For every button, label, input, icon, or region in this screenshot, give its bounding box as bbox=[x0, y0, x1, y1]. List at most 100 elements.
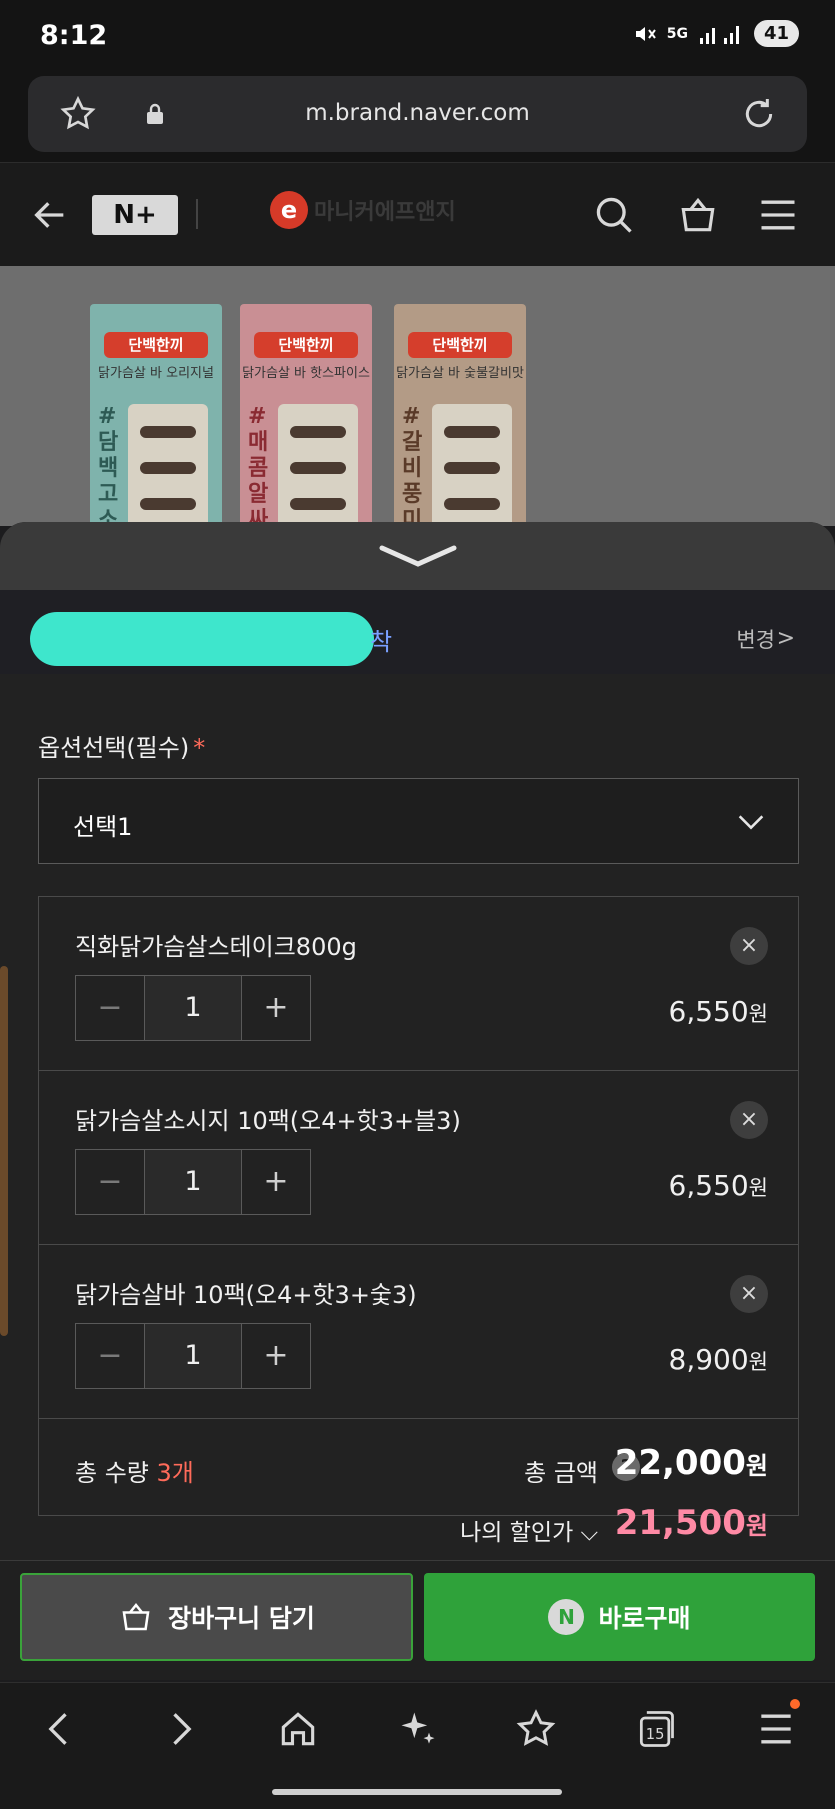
total-amount: 22,000원 bbox=[614, 1443, 768, 1483]
option-select[interactable]: 선택1 bbox=[38, 778, 799, 864]
pack-brand-label: 단백한끼 bbox=[408, 332, 512, 358]
pack-hashtag: #매콤알싸 bbox=[248, 404, 269, 526]
quantity-value[interactable]: 1 bbox=[144, 976, 242, 1040]
battery-indicator: 41 bbox=[753, 20, 799, 47]
chevron-right-icon: > bbox=[776, 626, 795, 651]
pack-brand-label: 단백한끼 bbox=[254, 332, 358, 358]
pack-flavor-label: 닭가슴살 바 숯불갈비맛 bbox=[396, 366, 524, 381]
list-item: 닭가슴살바 10팩(오4+핫3+숯3) × − 1 + 8,900원 bbox=[39, 1245, 798, 1419]
shopping-bag-icon bbox=[122, 1602, 150, 1631]
search-icon[interactable] bbox=[592, 193, 636, 237]
tabs-icon[interactable]: 15 bbox=[634, 1707, 678, 1751]
remove-item-button[interactable]: × bbox=[730, 927, 768, 965]
change-delivery-button[interactable]: 변경 bbox=[736, 624, 775, 654]
purchase-actions: 장바구니 담기 N 바로구매 bbox=[0, 1560, 835, 1680]
option-label-text: 옵션선택(필수) bbox=[38, 734, 190, 762]
item-name: 닭가슴살바 10팩(오4+핫3+숯3) bbox=[75, 1281, 417, 1309]
required-mark: * bbox=[193, 734, 206, 762]
pack-flavor-label: 닭가슴살 바 오리지널 bbox=[98, 366, 214, 381]
product-pack-galbi: 단백한끼 닭가슴살 바 숯불갈비맛 #갈비풍미 bbox=[394, 304, 526, 526]
add-to-cart-button[interactable]: 장바구니 담기 bbox=[20, 1573, 413, 1661]
remove-item-button[interactable]: × bbox=[730, 1101, 768, 1139]
address-bar[interactable]: m.brand.naver.com bbox=[28, 76, 807, 152]
quantity-value[interactable]: 1 bbox=[144, 1324, 242, 1388]
chevron-down-icon bbox=[738, 815, 764, 830]
item-price: 6,550원 bbox=[668, 1169, 769, 1202]
buy-now-label: 바로구매 bbox=[598, 1604, 691, 1633]
pack-flavor-label: 닭가슴살 바 핫스파이스 bbox=[242, 366, 370, 381]
menu-icon[interactable] bbox=[754, 1707, 798, 1751]
quantity-stepper: − 1 + bbox=[75, 975, 311, 1041]
remove-item-button[interactable]: × bbox=[730, 1275, 768, 1313]
home-icon[interactable] bbox=[276, 1707, 320, 1751]
product-image-area: 단백한끼 닭가슴살 바 오리지널 #담백고소 단백한끼 닭가슴살 바 핫스파이스… bbox=[0, 266, 835, 526]
increase-button[interactable]: + bbox=[242, 1324, 310, 1388]
purchase-option-sheet: 착 변경 > 옵션선택(필수) * 선택1 직화닭가슴살스테이크800g × − … bbox=[0, 522, 835, 1574]
back-arrow-icon[interactable] bbox=[30, 195, 70, 235]
quantity-stepper: − 1 + bbox=[75, 1149, 311, 1215]
sparkle-icon[interactable] bbox=[396, 1707, 440, 1751]
list-item: 직화닭가슴살스테이크800g × − 1 + 6,550원 bbox=[39, 897, 798, 1071]
forward-icon[interactable] bbox=[158, 1707, 202, 1751]
total-quantity-value: 3개 bbox=[156, 1459, 194, 1487]
pack-hashtag: #갈비풍미 bbox=[402, 404, 423, 526]
discount-price: 21,500원 bbox=[614, 1503, 768, 1543]
discount-toggle[interactable]: 나의 할인가 ⌵ bbox=[460, 1513, 598, 1547]
header-divider bbox=[196, 199, 198, 229]
selected-items-list: 직화닭가슴살스테이크800g × − 1 + 6,550원 닭가슴살소시지 10… bbox=[38, 896, 799, 1546]
notification-dot bbox=[790, 1699, 800, 1709]
url-text: m.brand.naver.com bbox=[305, 100, 530, 126]
buy-now-button[interactable]: N 바로구매 bbox=[424, 1573, 815, 1661]
page-scroll-indicator bbox=[0, 966, 8, 1336]
status-bar: 8:12 5G 41 bbox=[0, 0, 835, 72]
browser-toolbar: m.brand.naver.com bbox=[0, 72, 835, 162]
add-to-cart-label: 장바구니 담기 bbox=[168, 1604, 315, 1633]
total-quantity: 총 수량 3개 bbox=[75, 1459, 194, 1487]
brand-mark-icon: e bbox=[270, 191, 308, 229]
delivery-tail-text: 착 bbox=[370, 628, 393, 656]
sheet-handle[interactable] bbox=[0, 522, 835, 590]
pack-brand-label: 단백한끼 bbox=[104, 332, 208, 358]
quantity-stepper: − 1 + bbox=[75, 1323, 311, 1389]
tabs-count: 15 bbox=[646, 1726, 665, 1743]
total-amount-label: 총 금액 bbox=[524, 1459, 598, 1487]
brand-name: 마니커에프앤지 bbox=[314, 200, 456, 225]
option-label: 옵션선택(필수) * bbox=[38, 728, 205, 763]
signal-icon bbox=[699, 25, 739, 44]
bookmark-star-icon[interactable] bbox=[514, 1707, 558, 1751]
back-icon[interactable] bbox=[38, 1707, 82, 1751]
list-item: 닭가슴살소시지 10팩(오4+핫3+블3) × − 1 + 6,550원 bbox=[39, 1071, 798, 1245]
item-price: 6,550원 bbox=[668, 995, 769, 1028]
decrease-button[interactable]: − bbox=[76, 1150, 144, 1214]
redacted-address bbox=[30, 612, 374, 666]
totals-section: 총 수량 3개 총 금액 ? 22,000원 나의 할인가 ⌵ 21,500원 bbox=[39, 1419, 798, 1546]
chevron-down-icon: ⌵ bbox=[580, 1520, 598, 1546]
item-name: 직화닭가슴살스테이크800g bbox=[75, 933, 357, 961]
product-pack-original: 단백한끼 닭가슴살 바 오리지널 #담백고소 bbox=[90, 304, 222, 526]
naver-plus-logo[interactable]: N+ bbox=[92, 195, 178, 235]
option-selected-value: 선택1 bbox=[73, 813, 133, 841]
shopping-bag-icon[interactable] bbox=[676, 193, 720, 237]
product-bar-image bbox=[432, 404, 512, 526]
network-type: 5G bbox=[666, 25, 688, 42]
home-indicator[interactable] bbox=[272, 1789, 562, 1795]
menu-icon[interactable] bbox=[756, 193, 800, 237]
reload-icon[interactable] bbox=[739, 94, 779, 134]
increase-button[interactable]: + bbox=[242, 1150, 310, 1214]
increase-button[interactable]: + bbox=[242, 976, 310, 1040]
status-time: 8:12 bbox=[40, 20, 108, 51]
item-price: 8,900원 bbox=[668, 1343, 769, 1376]
decrease-button[interactable]: − bbox=[76, 1324, 144, 1388]
decrease-button[interactable]: − bbox=[76, 976, 144, 1040]
site-header: N+ e 마니커에프앤지 bbox=[0, 162, 835, 266]
mute-icon bbox=[635, 26, 656, 41]
brand-logo[interactable]: e 마니커에프앤지 bbox=[270, 191, 456, 229]
item-name: 닭가슴살소시지 10팩(오4+핫3+블3) bbox=[75, 1107, 461, 1135]
collapse-chevron-icon[interactable] bbox=[378, 542, 458, 570]
quantity-value[interactable]: 1 bbox=[144, 1150, 242, 1214]
browser-nav-bar: 15 bbox=[0, 1682, 835, 1809]
pack-hashtag: #담백고소 bbox=[98, 404, 119, 526]
product-pack-hot-spice: 단백한끼 닭가슴살 바 핫스파이스 #매콤알싸 bbox=[240, 304, 372, 526]
naver-pay-icon: N bbox=[548, 1599, 585, 1635]
product-bar-image bbox=[278, 404, 358, 526]
